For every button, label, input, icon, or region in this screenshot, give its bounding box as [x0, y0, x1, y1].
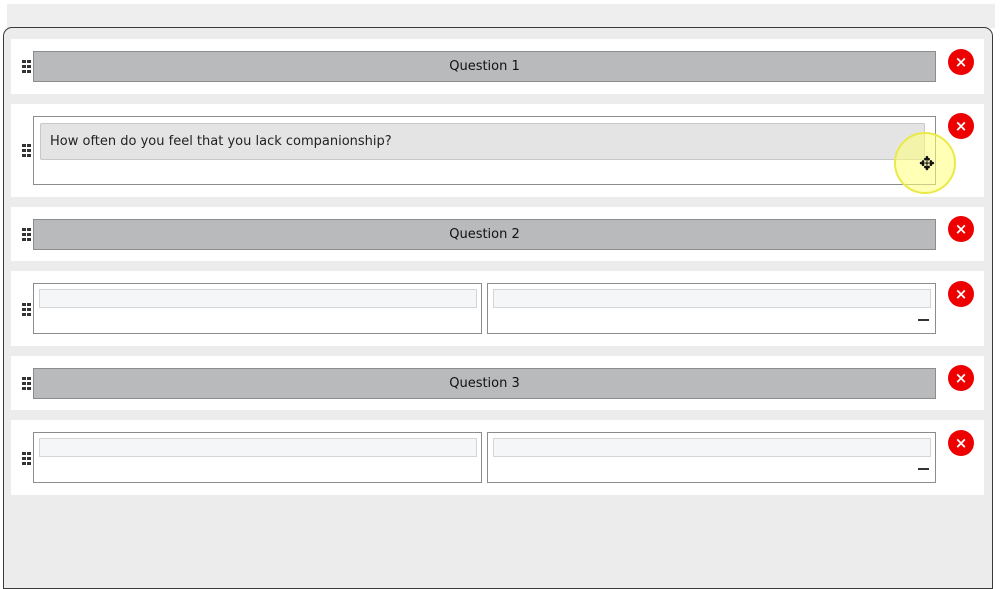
drag-handle-icon[interactable]	[22, 60, 31, 73]
answer-left-box	[33, 283, 482, 334]
close-icon[interactable]: ×	[948, 113, 974, 139]
drag-handle-icon[interactable]	[22, 303, 31, 316]
close-icon[interactable]: ×	[948, 281, 974, 307]
question-3-answer-row: ×	[11, 420, 984, 495]
question-text-container: How often do you feel that you lack comp…	[33, 116, 936, 185]
drag-handle-icon[interactable]	[22, 228, 31, 241]
top-strip	[7, 4, 995, 28]
question-3-header-row: Question 3 ×	[11, 356, 984, 410]
close-icon[interactable]: ×	[948, 430, 974, 456]
close-icon[interactable]: ×	[948, 365, 974, 391]
question-text-input[interactable]: How often do you feel that you lack comp…	[40, 123, 925, 160]
question-2-answer-row: ×	[11, 271, 984, 346]
move-cursor-icon: ✥	[919, 153, 935, 175]
close-icon[interactable]: ×	[948, 216, 974, 242]
drag-handle-icon[interactable]	[22, 144, 31, 157]
question-header-bar[interactable]: Question 1	[33, 51, 936, 82]
answer-left-box	[33, 432, 482, 483]
answer-left-input[interactable]	[39, 438, 477, 457]
drag-handle-icon[interactable]	[22, 452, 31, 465]
minus-icon[interactable]	[918, 468, 929, 470]
question-2-header-row: Question 2 ×	[11, 207, 984, 261]
question-header-bar[interactable]: Question 2	[33, 219, 936, 250]
drag-handle-icon[interactable]	[22, 377, 31, 390]
answer-right-box	[487, 432, 936, 483]
answer-left-input[interactable]	[39, 289, 477, 308]
minus-icon[interactable]	[918, 319, 929, 321]
answer-right-box	[487, 283, 936, 334]
question-1-text-row: How often do you feel that you lack comp…	[11, 104, 984, 197]
question-header-bar[interactable]: Question 3	[33, 368, 936, 399]
answer-right-input[interactable]	[493, 289, 931, 308]
question-1-header-row: Question 1 ×	[11, 39, 984, 94]
answer-right-input[interactable]	[493, 438, 931, 457]
close-icon[interactable]: ×	[948, 49, 974, 75]
